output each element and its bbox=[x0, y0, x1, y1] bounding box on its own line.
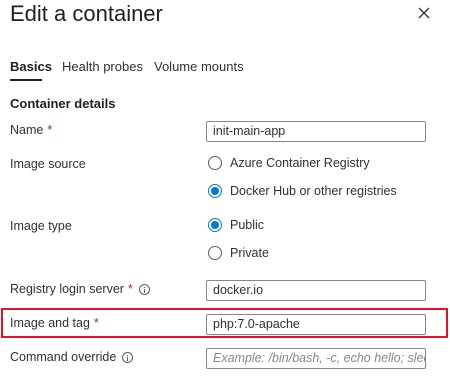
command-override-label: Command override bbox=[10, 350, 134, 364]
tab-basics[interactable]: Basics bbox=[10, 59, 52, 74]
radio-label: Azure Container Registry bbox=[230, 156, 370, 170]
required-marker: * bbox=[47, 123, 53, 137]
radio-public[interactable]: Public bbox=[208, 218, 264, 232]
info-icon[interactable] bbox=[138, 283, 150, 295]
registry-login-server-input[interactable]: docker.io bbox=[206, 280, 426, 301]
radio-circle[interactable] bbox=[208, 246, 222, 260]
image-source-label: Image source bbox=[10, 157, 86, 171]
name-label-text: Name bbox=[10, 123, 44, 137]
section-title: Container details bbox=[10, 96, 116, 111]
info-icon[interactable] bbox=[122, 351, 134, 363]
radio-circle[interactable] bbox=[208, 156, 222, 170]
radio-label: Private bbox=[230, 246, 269, 260]
radio-docker-hub[interactable]: Docker Hub or other registries bbox=[208, 184, 397, 198]
image-type-label: Image type bbox=[10, 219, 72, 233]
command-override-label-text: Command override bbox=[10, 350, 117, 364]
tab-volume-mounts[interactable]: Volume mounts bbox=[154, 59, 244, 74]
command-override-input[interactable]: Example: /bin/bash, -c, echo hello; slee… bbox=[206, 348, 426, 369]
radio-circle-selected[interactable] bbox=[208, 184, 222, 198]
panel-title: Edit a container bbox=[10, 1, 163, 26]
radio-label: Docker Hub or other registries bbox=[230, 184, 397, 198]
radio-label: Public bbox=[230, 218, 265, 232]
registry-login-server-label: Registry login server * bbox=[10, 282, 150, 296]
name-label: Name * bbox=[10, 123, 52, 137]
active-tab-indicator bbox=[10, 79, 42, 81]
radio-azure-container-registry[interactable]: Azure Container Registry bbox=[208, 156, 370, 170]
registry-login-server-label-text: Registry login server bbox=[10, 282, 124, 296]
close-icon[interactable] bbox=[414, 3, 434, 23]
radio-circle-selected[interactable] bbox=[208, 218, 222, 232]
required-marker: * bbox=[127, 282, 133, 296]
highlight-box bbox=[1, 308, 448, 338]
name-input[interactable]: init-main-app bbox=[206, 121, 426, 142]
tab-health-probes[interactable]: Health probes bbox=[62, 59, 143, 74]
radio-private[interactable]: Private bbox=[208, 246, 269, 260]
